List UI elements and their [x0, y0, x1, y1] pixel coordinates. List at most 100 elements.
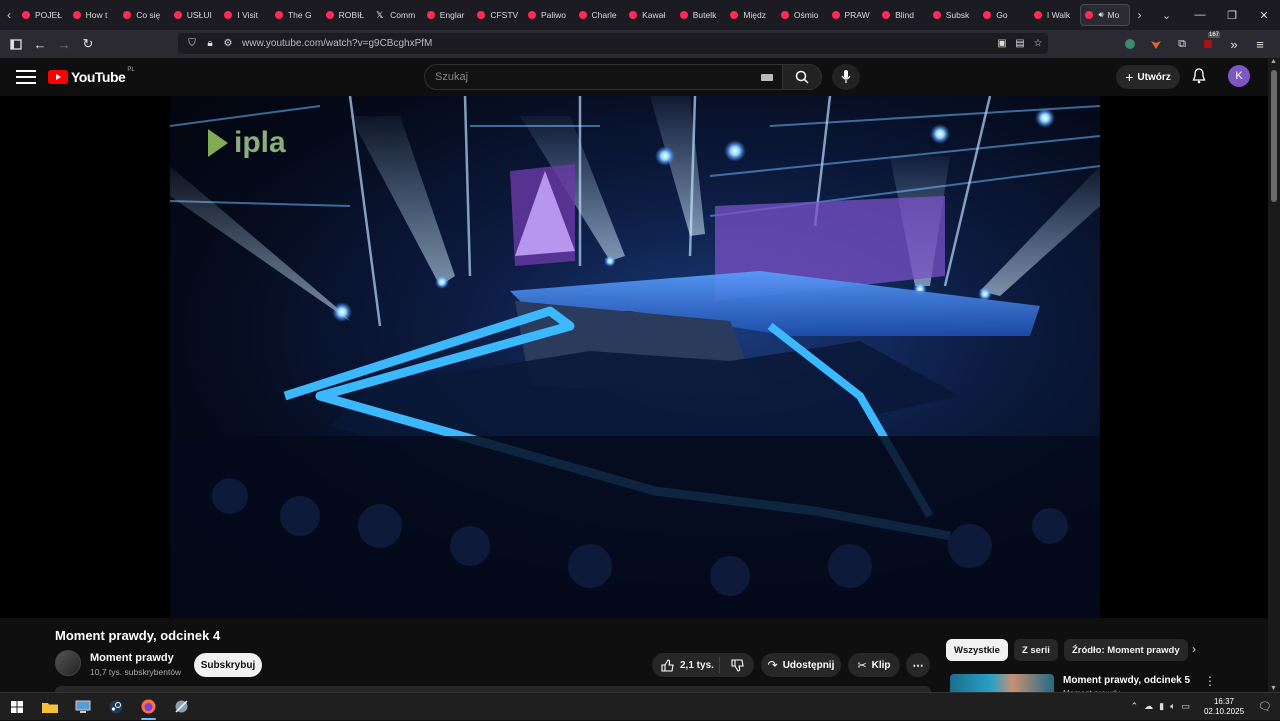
- extensions-button[interactable]: ⧉: [1170, 30, 1194, 58]
- tab[interactable]: Butelk: [676, 4, 727, 26]
- back-button[interactable]: ←: [28, 30, 52, 58]
- tab-scroll-right-button[interactable]: ›: [1130, 0, 1148, 30]
- tab[interactable]: PRAW: [828, 4, 879, 26]
- tab[interactable]: How t: [69, 4, 120, 26]
- search-button[interactable]: [782, 64, 822, 90]
- chip-source[interactable]: Źródło: Moment prawdy: [1063, 639, 1188, 661]
- reload-button[interactable]: ↻: [76, 30, 100, 58]
- chip-all[interactable]: Wszystkie: [946, 639, 1008, 661]
- list-all-tabs-button[interactable]: ⌄: [1154, 0, 1178, 30]
- volume-icon[interactable]: 🔈︎: [1170, 701, 1175, 712]
- scroll-down-arrow-icon[interactable]: ▼: [1270, 685, 1277, 692]
- like-button[interactable]: 2,1 tys.: [652, 657, 720, 673]
- onedrive-cloud-icon[interactable]: ☁︎: [1144, 701, 1153, 712]
- tab[interactable]: Go: [979, 4, 1030, 26]
- tab[interactable]: Międz: [726, 4, 777, 26]
- app-pc-button[interactable]: [66, 693, 99, 721]
- start-button[interactable]: [0, 693, 33, 721]
- tab[interactable]: Kawał: [625, 4, 676, 26]
- chevron-up-icon[interactable]: ⌃: [1131, 701, 1139, 712]
- notifications-center-icon[interactable]: 🗨︎: [1258, 700, 1272, 713]
- fox-extension-icon: [1151, 41, 1161, 49]
- notifications-button[interactable]: [1192, 68, 1206, 84]
- channel-avatar[interactable]: [55, 650, 81, 676]
- dislike-button[interactable]: [720, 658, 754, 672]
- subscribe-button[interactable]: Subskrybuj: [194, 653, 262, 677]
- forward-button[interactable]: →: [52, 30, 76, 58]
- more-actions-button[interactable]: ⋯: [906, 653, 930, 677]
- tab[interactable]: CFSTV: [473, 4, 524, 26]
- app-satellite-button[interactable]: [165, 693, 198, 721]
- more-horizontal-icon: ⋯: [912, 659, 924, 672]
- tab-scroll-left-button[interactable]: ‹: [0, 0, 18, 30]
- tab[interactable]: I Walk: [1030, 4, 1081, 26]
- computer-icon: [75, 700, 90, 713]
- tab[interactable]: POJEŁ: [18, 4, 69, 26]
- speaker-icon[interactable]: 🔊︎: [1098, 10, 1103, 20]
- tab-label: ROBIŁ: [338, 10, 365, 20]
- search-input[interactable]: Szukaj: [424, 64, 784, 90]
- create-button[interactable]: + Utwórz: [1116, 65, 1180, 89]
- extension-fox-button[interactable]: [1144, 30, 1168, 58]
- tab[interactable]: Co się: [119, 4, 170, 26]
- like-dislike-group: 2,1 tys.: [652, 653, 754, 677]
- address-bar[interactable]: ⛉ 🔒︎ ⚙︎ www.youtube.com/watch?v=g9CBcghx…: [178, 33, 1048, 54]
- tab-active[interactable]: 🔊︎ Mo: [1080, 4, 1131, 26]
- clip-button[interactable]: ✂︎ Klip: [848, 653, 900, 677]
- recommended-more-icon[interactable]: ⋮: [1204, 674, 1216, 688]
- minimize-button[interactable]: —: [1184, 0, 1216, 30]
- microphone-icon: [841, 70, 851, 83]
- recommended-video-thumbnail[interactable]: [950, 674, 1054, 692]
- extension-shield-button[interactable]: [1118, 30, 1142, 58]
- page-scrollbar[interactable]: ▲ ▼: [1268, 58, 1280, 692]
- tab[interactable]: I Visit: [220, 4, 271, 26]
- ublock-button[interactable]: 167: [1196, 30, 1220, 58]
- video-player[interactable]: ipla: [0, 96, 1268, 618]
- arrow-left-icon: ←: [33, 36, 47, 52]
- tab[interactable]: Paliwo: [524, 4, 575, 26]
- bookmark-star-icon[interactable]: ☆: [1030, 38, 1046, 49]
- more-tools-button[interactable]: »: [1222, 30, 1246, 58]
- tab[interactable]: Ośmio: [777, 4, 828, 26]
- youtube-icon: [780, 11, 789, 19]
- keyboard-icon[interactable]: [761, 73, 773, 81]
- chip-from-series[interactable]: Z serii: [1013, 639, 1058, 661]
- voice-search-button[interactable]: [832, 64, 860, 90]
- tab[interactable]: 𝕏 Comm: [372, 4, 423, 26]
- youtube-icon: [527, 11, 536, 19]
- tab[interactable]: Englar: [423, 4, 474, 26]
- recommended-video-title[interactable]: Moment prawdy, odcinek 5: [1063, 675, 1190, 686]
- share-button[interactable]: ↷ Udostępnij: [761, 653, 841, 677]
- guide-menu-button[interactable]: [16, 70, 36, 84]
- tab[interactable]: Blind: [878, 4, 929, 26]
- close-window-button[interactable]: ✕: [1248, 0, 1280, 30]
- tab[interactable]: Charle: [575, 4, 626, 26]
- channel-name[interactable]: Moment prawdy: [90, 652, 174, 664]
- scroll-up-arrow-icon[interactable]: ▲: [1270, 58, 1277, 65]
- permissions-icon[interactable]: ⚙︎: [220, 38, 236, 49]
- tab[interactable]: Subsk: [929, 4, 980, 26]
- video-frame[interactable]: ipla: [170, 96, 1100, 618]
- sidebar-toggle-button[interactable]: [4, 30, 28, 58]
- chips-next-arrow-icon[interactable]: ›: [1192, 642, 1196, 656]
- url-text[interactable]: www.youtube.com/watch?v=g9CBcghxPfM: [242, 38, 432, 49]
- scrollbar-thumb[interactable]: [1271, 70, 1277, 202]
- restore-button[interactable]: ❐: [1216, 0, 1248, 30]
- clock[interactable]: 16:37 02.10.2025: [1204, 697, 1244, 717]
- steam-button[interactable]: [99, 693, 132, 721]
- account-avatar-button[interactable]: K: [1228, 65, 1250, 87]
- tab[interactable]: USŁUI: [170, 4, 221, 26]
- tab[interactable]: The G: [271, 4, 322, 26]
- file-explorer-button[interactable]: [33, 693, 66, 721]
- usb-icon[interactable]: ▮: [1159, 701, 1164, 712]
- reader-view-icon[interactable]: ▤: [1012, 38, 1028, 49]
- tab[interactable]: ROBIŁ: [322, 4, 373, 26]
- lock-icon[interactable]: 🔒︎: [202, 38, 218, 49]
- firefox-button[interactable]: [132, 693, 165, 721]
- system-tray: ⌃ ☁︎ ▮ 🔈︎ ▭ 16:37 02.10.2025 🗨︎: [1131, 697, 1272, 717]
- youtube-logo[interactable]: YouTube PL: [48, 67, 135, 85]
- pip-icon[interactable]: ▣: [994, 38, 1010, 49]
- menu-button[interactable]: ≡: [1248, 30, 1272, 58]
- network-icon[interactable]: ▭: [1181, 701, 1190, 712]
- shield-icon[interactable]: ⛉: [184, 38, 200, 49]
